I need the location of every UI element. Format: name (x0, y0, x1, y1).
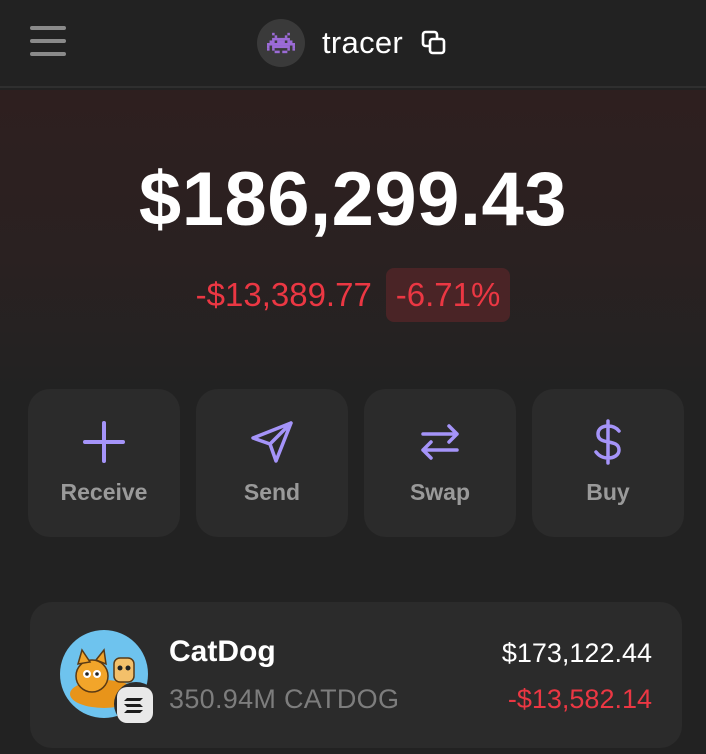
send-icon (251, 421, 293, 463)
copy-icon[interactable] (421, 30, 447, 56)
change-amount: -$13,389.77 (195, 276, 372, 313)
token-change: -$13,582.14 (507, 684, 652, 714)
send-label: Send (243, 479, 301, 505)
receive-button[interactable]: Receive (28, 389, 180, 537)
account-selector[interactable]: tracer (257, 18, 447, 68)
swap-arrows-icon (421, 424, 459, 460)
dollar-icon (594, 419, 621, 465)
balance-change-row: -$13,389.77 -6.71% (0, 268, 706, 322)
buy-button[interactable]: Buy (532, 389, 684, 537)
send-button[interactable]: Send (196, 389, 348, 537)
space-invader-icon (257, 19, 305, 67)
change-percent-badge: -6.71% (385, 268, 511, 322)
total-balance: $186,299.43 (138, 157, 568, 242)
top-bar: tracer (0, 0, 706, 88)
solana-badge-icon (117, 687, 153, 723)
buy-label: Buy (586, 479, 630, 505)
plus-icon (83, 421, 125, 463)
swap-label: Swap (409, 479, 471, 505)
token-row-catdog[interactable]: CatDog 350.94M CATDOG $173,122.44 -$13,5… (30, 602, 682, 748)
token-name: CatDog (169, 635, 276, 668)
action-buttons: Receive Send Swap Buy (28, 389, 684, 537)
account-name: tracer (322, 25, 404, 60)
token-quantity: 350.94M CATDOG (169, 684, 400, 714)
receive-label: Receive (60, 479, 148, 505)
token-value: $173,122.44 (501, 638, 652, 668)
hamburger-menu-icon[interactable] (30, 26, 66, 58)
swap-button[interactable]: Swap (364, 389, 516, 537)
